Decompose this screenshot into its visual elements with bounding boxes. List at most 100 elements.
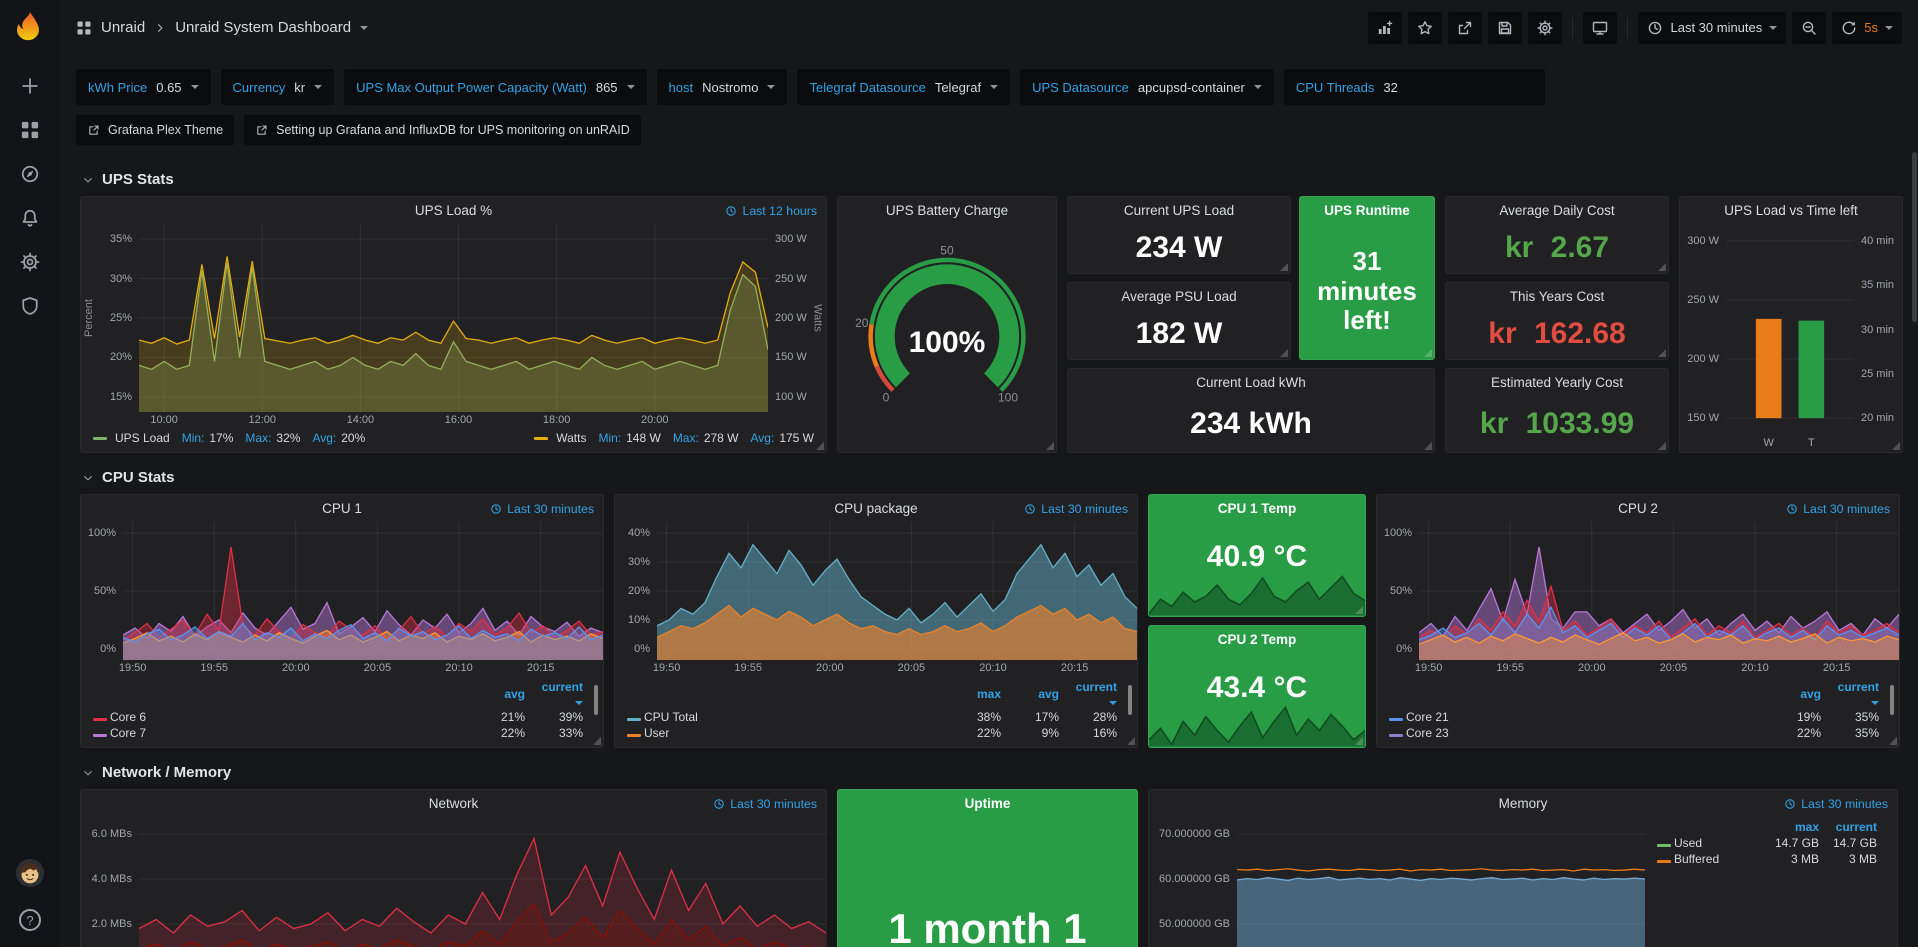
ups-section-toggle[interactable]: UPS Stats xyxy=(80,155,1906,196)
legend-column-header[interactable]: current xyxy=(1827,679,1885,709)
legend-series-label: Used xyxy=(1674,836,1702,850)
panel-title[interactable]: Average PSU Load xyxy=(1121,289,1236,304)
time-override-badge: Last 30 minutes xyxy=(1024,495,1128,522)
legend-series-name[interactable]: User xyxy=(625,725,949,741)
legend-series[interactable]: WattsMin:148 WMax:278 WAvg:175 W xyxy=(534,431,814,445)
panel-title[interactable]: CPU 1 xyxy=(322,501,362,516)
panel-title[interactable]: CPU 2 Temp xyxy=(1218,632,1297,647)
legend-value: 22% xyxy=(949,725,1007,741)
panel-title[interactable]: Current UPS Load xyxy=(1124,203,1234,218)
dashboard-title[interactable]: Unraid System Dashboard xyxy=(175,19,351,36)
panel-title[interactable]: UPS Load % xyxy=(415,203,492,218)
x-tick-label: 14:00 xyxy=(347,414,375,426)
refresh-button[interactable]: 5s xyxy=(1832,12,1902,44)
legend-column-header[interactable]: avg xyxy=(1769,679,1827,709)
legend-row: Core 2119%35% xyxy=(1387,709,1885,725)
sidebar-item-alerting[interactable] xyxy=(8,197,52,239)
legend-header-row: maxavgcurrent xyxy=(625,679,1123,709)
x-tick-label: 20:15 xyxy=(1823,662,1851,674)
panel-title[interactable]: CPU package xyxy=(834,501,917,516)
legend-column-header[interactable]: max xyxy=(1767,819,1825,835)
user-avatar[interactable] xyxy=(15,858,45,891)
caret-down-icon[interactable] xyxy=(360,26,368,30)
legend-value: 21% xyxy=(473,709,531,725)
variable-ups-max-output[interactable]: UPS Max Output Power Capacity (Watt) 865 xyxy=(344,69,646,105)
sidebar-item-create[interactable] xyxy=(8,65,52,107)
star-button[interactable] xyxy=(1408,12,1442,44)
dashboard-settings-button[interactable] xyxy=(1528,12,1562,44)
sidebar-item-server-admin[interactable] xyxy=(8,285,52,327)
variable-value[interactable]: 865 xyxy=(596,80,618,95)
panel-title[interactable]: This Years Cost xyxy=(1510,289,1605,304)
variable-ups-datasource[interactable]: UPS Datasource apcupsd-container xyxy=(1020,69,1274,105)
variable-currency[interactable]: Currency kr xyxy=(221,69,335,105)
scrollbar-thumb[interactable] xyxy=(1912,152,1917,322)
variable-value[interactable]: apcupsd-container xyxy=(1138,80,1245,95)
legend-column-header[interactable]: avg xyxy=(473,679,531,709)
legend-series-name[interactable]: Core 6 xyxy=(91,709,473,725)
page-scrollbar[interactable] xyxy=(1910,56,1918,947)
grafana-logo[interactable] xyxy=(13,10,47,47)
panel-title[interactable]: Memory xyxy=(1499,796,1548,811)
panel-title[interactable]: UPS Battery Charge xyxy=(886,203,1008,218)
legend-column-header[interactable]: current xyxy=(1825,819,1883,835)
variable-host[interactable]: host Nostromo xyxy=(657,69,788,105)
plot-area xyxy=(139,224,768,412)
variable-value[interactable]: Telegraf xyxy=(935,80,981,95)
legend-series[interactable]: UPS LoadMin:17%Max:32%Avg:20% xyxy=(93,431,365,445)
legend-series-name[interactable]: Core 21 xyxy=(1387,709,1769,725)
panel-title[interactable]: UPS Load vs Time left xyxy=(1724,203,1858,218)
legend-scrollbar-thumb[interactable] xyxy=(1890,685,1894,715)
variable-kwh-price[interactable]: kWh Price 0.65 xyxy=(76,69,211,105)
dashboard-link-grafana-plex-theme[interactable]: Grafana Plex Theme xyxy=(76,115,234,145)
refresh-interval-label[interactable]: 5s xyxy=(1864,20,1878,35)
panel-title[interactable]: CPU 2 xyxy=(1618,501,1658,516)
variable-value[interactable]: kr xyxy=(294,80,305,95)
legend-scrollbar-thumb[interactable] xyxy=(1128,685,1132,715)
legend-series-name[interactable]: Buffered xyxy=(1655,851,1767,867)
panel-title[interactable]: Uptime xyxy=(965,796,1011,811)
share-button[interactable] xyxy=(1448,12,1482,44)
cpu-section-toggle[interactable]: CPU Stats xyxy=(80,453,1906,494)
sidebar-item-dashboards[interactable] xyxy=(8,109,52,151)
variable-telegraf-datasource[interactable]: Telegraf Datasource Telegraf xyxy=(797,69,1010,105)
legend-column-header[interactable]: avg xyxy=(1007,679,1065,709)
legend-series-name[interactable]: CPU Total xyxy=(625,709,949,725)
save-button[interactable] xyxy=(1488,12,1522,44)
time-range-picker[interactable]: Last 30 minutes xyxy=(1638,12,1786,44)
legend-column-header[interactable]: current xyxy=(531,679,589,709)
panel-title[interactable]: UPS Runtime xyxy=(1324,203,1410,218)
panel-title[interactable]: Average Daily Cost xyxy=(1499,203,1614,218)
caret-down-icon xyxy=(627,85,635,89)
panel-title[interactable]: Current Load kWh xyxy=(1196,375,1306,390)
cpu-threads-input[interactable]: 32 xyxy=(1383,80,1533,95)
zoom-out-button[interactable] xyxy=(1792,12,1826,44)
network-memory-section-toggle[interactable]: Network / Memory xyxy=(80,748,1906,789)
legend-header-row: maxcurrent xyxy=(1655,819,1883,835)
dashboard-link-ups-monitoring-guide[interactable]: Setting up Grafana and InfluxDB for UPS … xyxy=(244,115,641,145)
variable-label: CPU Threads xyxy=(1296,80,1375,95)
x-tick-label: 20:00 xyxy=(282,662,310,674)
breadcrumb-folder[interactable]: Unraid xyxy=(101,19,145,36)
stat-value: 43.4 °C xyxy=(1149,653,1365,747)
panel-title[interactable]: Network xyxy=(429,796,479,811)
y-tick-label: 25% xyxy=(110,312,132,324)
legend-column-header[interactable]: max xyxy=(949,679,1007,709)
legend-series-name[interactable]: Core 23 xyxy=(1387,725,1769,741)
variable-value[interactable]: 0.65 xyxy=(156,80,181,95)
y-tick-label: 25 min xyxy=(1861,368,1894,380)
add-panel-button[interactable] xyxy=(1368,12,1402,44)
legend-scrollbar-thumb[interactable] xyxy=(594,685,598,715)
legend-series-name[interactable]: Used xyxy=(1655,835,1767,851)
variable-value[interactable]: Nostromo xyxy=(702,80,758,95)
legend-series-name[interactable]: Core 7 xyxy=(91,725,473,741)
help-menu[interactable]: ? xyxy=(19,909,41,931)
panel-title[interactable]: CPU 1 Temp xyxy=(1218,501,1297,516)
legend-column-header[interactable]: current xyxy=(1065,679,1123,709)
panel-title[interactable]: Estimated Yearly Cost xyxy=(1491,375,1623,390)
sidebar-item-explore[interactable] xyxy=(8,153,52,195)
sidebar-item-configuration[interactable] xyxy=(8,241,52,283)
y-tick-label: 30% xyxy=(628,556,650,568)
cycle-view-button[interactable] xyxy=(1583,12,1617,44)
variable-cpu-threads[interactable]: CPU Threads 32 xyxy=(1284,69,1546,105)
